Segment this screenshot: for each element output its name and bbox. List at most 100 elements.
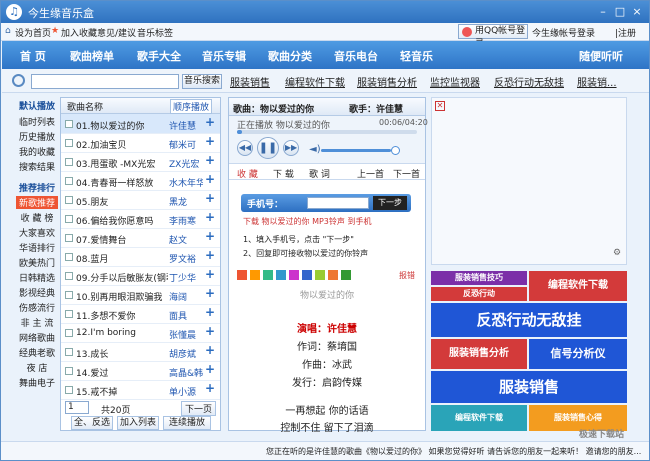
ad-tile[interactable]: 编程软件下载 (431, 405, 527, 431)
share-icon[interactable] (302, 270, 312, 280)
ad-tile[interactable]: 信号分析仪 (529, 339, 627, 369)
share-icon[interactable] (341, 270, 351, 280)
song-checkbox[interactable] (65, 120, 73, 128)
menu-jk-select[interactable]: 日韩精选 (16, 271, 58, 284)
song-artist[interactable]: 高晶&韩 (169, 366, 203, 379)
hot-link-1[interactable]: 服装销售 (230, 74, 270, 89)
next-page-button[interactable]: 下一页 (181, 401, 217, 416)
nav-radio[interactable]: 音乐电台 (334, 48, 378, 64)
song-checkbox[interactable] (65, 272, 73, 280)
ad-tile[interactable]: 反恐行动无敌挂 (431, 303, 627, 337)
nav-albums[interactable]: 音乐专辑 (202, 48, 246, 64)
tab-lyrics[interactable]: 歌 词 (309, 167, 330, 180)
menu-new-songs[interactable]: 新歌推荐 (16, 196, 58, 209)
song-artist[interactable]: 张懂晨 (169, 328, 203, 341)
menu-favorites[interactable]: 我的收藏 (16, 145, 58, 158)
title-bar[interactable]: ♫ 今生缘音乐盒 – □ × (1, 1, 649, 23)
song-row[interactable]: 02.加油宝贝 郁米可 + (61, 133, 220, 153)
add-plus-icon[interactable]: + (205, 362, 215, 376)
hot-link-5[interactable]: 反恐行动无敌挂 (494, 74, 564, 89)
song-row[interactable]: 10.别再用眼泪欺骗我 海阔 + (61, 285, 220, 305)
nav-singers[interactable]: 歌手大全 (137, 48, 181, 64)
song-artist[interactable]: 李雨寒 (169, 214, 203, 227)
song-row[interactable]: 14.爱过 高晶&韩 + (61, 361, 220, 381)
add-plus-icon[interactable]: + (205, 229, 215, 243)
gear-icon[interactable]: ⚙ (613, 248, 621, 258)
add-plus-icon[interactable]: + (205, 115, 215, 129)
menu-popular[interactable]: 大家喜欢 (16, 226, 58, 239)
song-row[interactable]: 01.物以爱过的你 许佳慧 + (61, 114, 220, 134)
continuous-play-button[interactable]: 连续播放 (163, 416, 211, 430)
next-song-button[interactable]: 下一首 (393, 167, 420, 180)
add-plus-icon[interactable]: + (205, 305, 215, 319)
ad-tile[interactable]: 服装销售 (431, 371, 627, 403)
song-row[interactable]: 11.多想不爱你 面具 + (61, 304, 220, 324)
add-to-list-button[interactable]: 加入列表 (117, 416, 159, 430)
song-checkbox[interactable] (65, 158, 73, 166)
menu-search-results[interactable]: 搜索结果 (16, 160, 58, 173)
share-icon[interactable] (276, 270, 286, 280)
song-artist[interactable]: 水木年华 (169, 176, 203, 189)
nav-random[interactable]: 随便听听 (579, 48, 623, 64)
song-artist[interactable]: 郁米可 (169, 138, 203, 151)
nav-categories[interactable]: 歌曲分类 (268, 48, 312, 64)
song-row[interactable]: 15.戒不掉 单小源 + (61, 380, 220, 400)
song-artist[interactable]: 罗文裕 (169, 252, 203, 265)
menu-nightclub[interactable]: 夜 店 (16, 361, 58, 374)
song-artist[interactable]: 赵文 (169, 233, 203, 246)
share-icon[interactable] (289, 270, 299, 280)
add-plus-icon[interactable]: + (205, 286, 215, 300)
add-plus-icon[interactable]: + (205, 343, 215, 357)
next-step-button[interactable]: 下一步 (373, 196, 407, 210)
song-row[interactable]: 09.分手以后敏胀友(钢琴 丁少华 + (61, 266, 220, 286)
ad-tile[interactable]: 反恐行动 (431, 287, 527, 301)
menu-web-songs[interactable]: 网络歌曲 (16, 331, 58, 344)
hot-link-4[interactable]: 监控监视器 (430, 74, 480, 89)
next-icon[interactable]: ▶▶ (283, 140, 299, 156)
search-input[interactable] (31, 74, 179, 89)
menu-temp-list[interactable]: 临时列表 (16, 115, 58, 128)
menu-film-classic[interactable]: 影视经典 (16, 286, 58, 299)
song-row[interactable]: 12.I'm boring 张懂晨 + (61, 323, 220, 343)
prev-icon[interactable]: ◀◀ (237, 140, 253, 156)
song-artist[interactable]: 丁少华 (169, 271, 203, 284)
add-plus-icon[interactable]: + (205, 172, 215, 186)
prev-song-button[interactable]: 上一首 (357, 167, 384, 180)
song-row[interactable]: 08.蓝月 罗文裕 + (61, 247, 220, 267)
account-login-link[interactable]: 今生缘帐号登录 (532, 26, 595, 39)
add-plus-icon[interactable]: + (205, 153, 215, 167)
pause-icon[interactable]: ❚❚ (257, 137, 279, 159)
song-checkbox[interactable] (65, 291, 73, 299)
play-order-select[interactable]: 顺序播放 (170, 99, 213, 114)
song-row[interactable]: 04.青春哥一样怒放 水木年华 + (61, 171, 220, 191)
song-artist[interactable]: ZX光宏 (169, 157, 203, 170)
hot-link-3[interactable]: 服装销售分析 (357, 74, 417, 89)
minimize-button[interactable]: – (595, 4, 611, 19)
menu-dance[interactable]: 舞曲电子 (16, 376, 58, 389)
song-checkbox[interactable] (65, 367, 73, 375)
ad-tile[interactable]: 编程软件下载 (529, 271, 627, 301)
song-checkbox[interactable] (65, 329, 73, 337)
song-checkbox[interactable] (65, 177, 73, 185)
share-icon[interactable] (263, 270, 273, 280)
song-artist[interactable]: 黑龙 (169, 195, 203, 208)
add-plus-icon[interactable]: + (205, 210, 215, 224)
share-icon[interactable] (328, 270, 338, 280)
song-row[interactable]: 03.甩蛋歌 -MX光宏 ZX光宏 + (61, 152, 220, 172)
music-tags-link[interactable]: 音乐标签 (137, 26, 173, 39)
song-checkbox[interactable] (65, 139, 73, 147)
song-artist[interactable]: 面具 (169, 309, 203, 322)
song-artist[interactable]: 单小源 (169, 385, 203, 398)
search-button[interactable]: 音乐搜索 (182, 74, 222, 89)
add-plus-icon[interactable]: + (205, 248, 215, 262)
share-icon[interactable] (237, 270, 247, 280)
song-checkbox[interactable] (65, 215, 73, 223)
report-error-link[interactable]: 报错 (399, 270, 415, 281)
add-plus-icon[interactable]: + (205, 191, 215, 205)
menu-history[interactable]: 历史播放 (16, 130, 58, 143)
share-icon[interactable] (315, 270, 325, 280)
volume-knob[interactable] (391, 146, 400, 155)
song-checkbox[interactable] (65, 310, 73, 318)
song-checkbox[interactable] (65, 348, 73, 356)
song-row[interactable]: 05.朋友 黑龙 + (61, 190, 220, 210)
